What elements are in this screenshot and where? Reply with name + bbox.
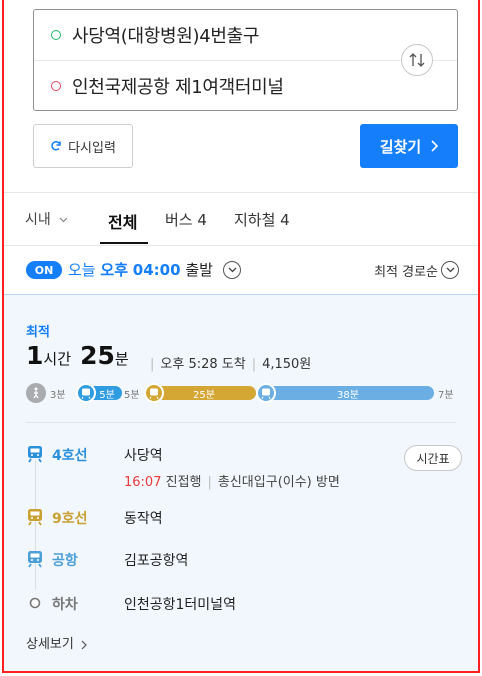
timetable-button[interactable]: 시간표 <box>404 445 462 471</box>
walk-icon <box>26 383 46 403</box>
train-time: 16:07 <box>124 475 162 490</box>
departure-suffix: 출발 <box>185 261 213 279</box>
line9-train-icon <box>144 383 164 403</box>
train-info: 16:07 진접행 | 총신대입구(이수) 방면 <box>124 475 340 490</box>
tab-all[interactable]: 전체 <box>108 209 137 233</box>
reset-label: 다시입력 <box>68 140 116 156</box>
active-tab-indicator <box>100 242 148 244</box>
step-line-name: 하차 <box>52 597 78 613</box>
view-details-label: 상세보기 <box>26 637 74 652</box>
route-result-card[interactable]: 최적 1시간 25분 | 오후 5:28 도착 | 4,150원 3분 5분 5분 2… <box>4 294 478 671</box>
time-dropdown-icon[interactable] <box>223 261 241 279</box>
departure-time[interactable]: 오늘 오후 04:00 출발 <box>68 259 213 280</box>
line9-segment-label: 25분 <box>193 389 215 401</box>
step-station: 동작역 <box>124 511 163 527</box>
destination-text: 인천국제공항 제1여객터미널 <box>72 77 284 98</box>
step-station: 사당역 <box>124 448 163 464</box>
train-exit-direction: 총신대입구(이수) 방면 <box>217 475 340 490</box>
tab-city-filter[interactable]: 시내 <box>25 209 68 229</box>
subway-icon <box>28 509 42 526</box>
route-step: 4호선 사당역 <box>26 443 456 473</box>
swap-button[interactable] <box>401 44 433 76</box>
origin-field[interactable]: 사당역(대항병원)4번출구 <box>34 10 404 60</box>
tab-subway[interactable]: 지하철 4 <box>234 209 290 230</box>
line4-segment-label: 5분 <box>99 389 115 401</box>
departure-clock: 04:00 <box>132 261 181 279</box>
app-frame: 사당역(대항병원)4번출구 인천국제공항 제1여객터미널 다시입력 길찾기 시내 <box>2 0 480 673</box>
duration-minutes-unit: 분 <box>114 350 129 368</box>
best-route-badge: 최적 <box>26 325 50 340</box>
find-label: 길찾기 <box>379 137 422 156</box>
airport-segment: 38분 <box>262 386 434 401</box>
airport-train-icon <box>256 383 276 403</box>
step-line-name: 4호선 <box>52 448 88 464</box>
step-station: 김포공항역 <box>124 553 189 569</box>
walk-mid-label: 5분 <box>124 390 140 401</box>
tab-city-label: 시내 <box>25 212 51 228</box>
step-line-name: 공항 <box>52 553 78 569</box>
fare: 4,150원 <box>262 357 312 372</box>
tab-bus[interactable]: 버스 4 <box>165 209 207 230</box>
destination-marker-icon <box>51 81 61 91</box>
view-details-link[interactable]: 상세보기 <box>26 633 87 652</box>
route-timeline-bar: 3분 5분 5분 25분 38분 7분 <box>26 383 464 403</box>
duration-hours: 1 <box>26 341 44 370</box>
route-step: 공항 김포공항역 <box>26 548 456 578</box>
route-step: 하차 인천공항1터미널역 <box>26 592 456 622</box>
walk-end-label: 7분 <box>438 390 454 401</box>
duration-minutes: 25 <box>80 341 115 370</box>
walk-start-label: 3분 <box>50 390 66 401</box>
transport-tabs: 시내 전체 버스 4 지하철 4 <box>4 193 478 245</box>
departure-day: 오늘 <box>68 261 96 279</box>
on-toggle-badge[interactable]: ON <box>26 261 62 279</box>
refresh-icon <box>51 141 61 151</box>
line4-train-icon <box>76 383 96 403</box>
reset-button[interactable]: 다시입력 <box>33 124 133 168</box>
route-search-box: 사당역(대항병원)4번출구 인천국제공항 제1여객터미널 <box>33 9 458 111</box>
chevron-right-icon <box>431 140 439 152</box>
chevron-down-icon <box>59 217 68 223</box>
step-station: 인천공항1터미널역 <box>124 597 236 613</box>
total-duration: 1시간 25분 <box>26 341 133 370</box>
origin-marker-icon <box>51 30 61 40</box>
sort-dropdown-icon[interactable] <box>441 261 459 279</box>
route-meta: | 오후 5:28 도착 | 4,150원 <box>150 357 312 372</box>
departure-ampm: 오후 <box>100 261 128 279</box>
subway-icon <box>28 446 42 463</box>
train-direction: 진접행 <box>165 475 202 490</box>
origin-text: 사당역(대항병원)4번출구 <box>72 26 260 47</box>
swap-icon <box>409 53 425 67</box>
card-divider <box>26 422 456 423</box>
departure-time-row: ON 오늘 오후 04:00 출발 최적 경로순 <box>4 246 478 294</box>
line9-segment: 25분 <box>152 386 256 401</box>
find-route-button[interactable]: 길찾기 <box>360 124 458 168</box>
chevron-right-icon <box>81 640 87 649</box>
airport-segment-label: 38분 <box>337 389 359 401</box>
arrival-time: 오후 5:28 도착 <box>160 357 246 372</box>
exit-circle-icon <box>29 597 41 609</box>
route-step: 9호선 동작역 <box>26 506 456 536</box>
sort-label[interactable]: 최적 경로순 <box>374 261 438 280</box>
subway-icon <box>28 551 42 568</box>
destination-field[interactable]: 인천국제공항 제1여객터미널 <box>34 61 404 111</box>
step-line-name: 9호선 <box>52 511 88 527</box>
duration-hours-unit: 시간 <box>43 350 72 368</box>
